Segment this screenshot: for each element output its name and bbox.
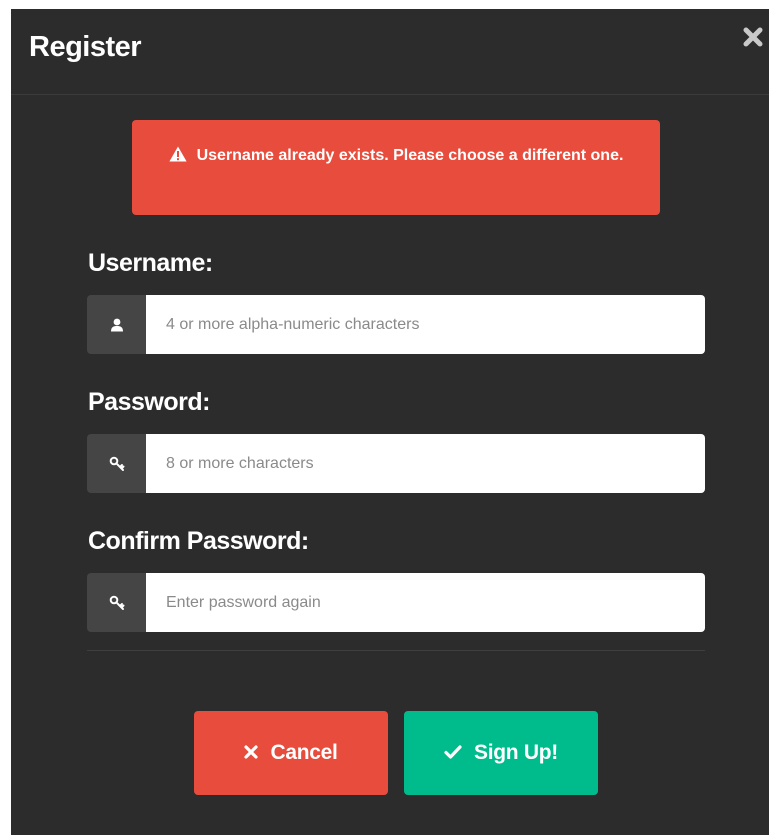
cancel-button[interactable]: Cancel [194, 711, 388, 795]
confirm-password-label: Confirm Password: [88, 527, 309, 555]
modal-header: Register [11, 9, 769, 95]
footer-divider [87, 650, 705, 651]
cancel-button-label: Cancel [270, 741, 338, 764]
error-alert: Username already exists. Please choose a… [132, 120, 660, 215]
alert-message: Username already exists. Please choose a… [196, 147, 624, 164]
user-icon [110, 318, 123, 331]
check-icon [444, 741, 462, 765]
username-label: Username: [88, 249, 213, 277]
sign-up-button-label: Sign Up! [474, 741, 558, 764]
password-input-group [87, 434, 705, 493]
key-icon [109, 595, 124, 610]
password-label: Password: [88, 388, 210, 416]
confirm-password-input-group [87, 573, 705, 632]
username-addon [87, 295, 146, 354]
key-icon [109, 456, 124, 471]
confirm-password-addon [87, 573, 146, 632]
close-icon [743, 27, 763, 47]
username-input-group [87, 295, 705, 354]
register-modal: Register Username already exists. Please… [11, 9, 769, 835]
sign-up-button[interactable]: Sign Up! [404, 711, 598, 795]
close-button[interactable] [741, 25, 765, 49]
password-addon [87, 434, 146, 493]
warning-icon [168, 146, 187, 170]
modal-title: Register [29, 31, 142, 63]
password-input[interactable] [146, 434, 705, 493]
times-icon [244, 741, 259, 765]
confirm-password-input[interactable] [146, 573, 705, 632]
username-input[interactable] [146, 295, 705, 354]
